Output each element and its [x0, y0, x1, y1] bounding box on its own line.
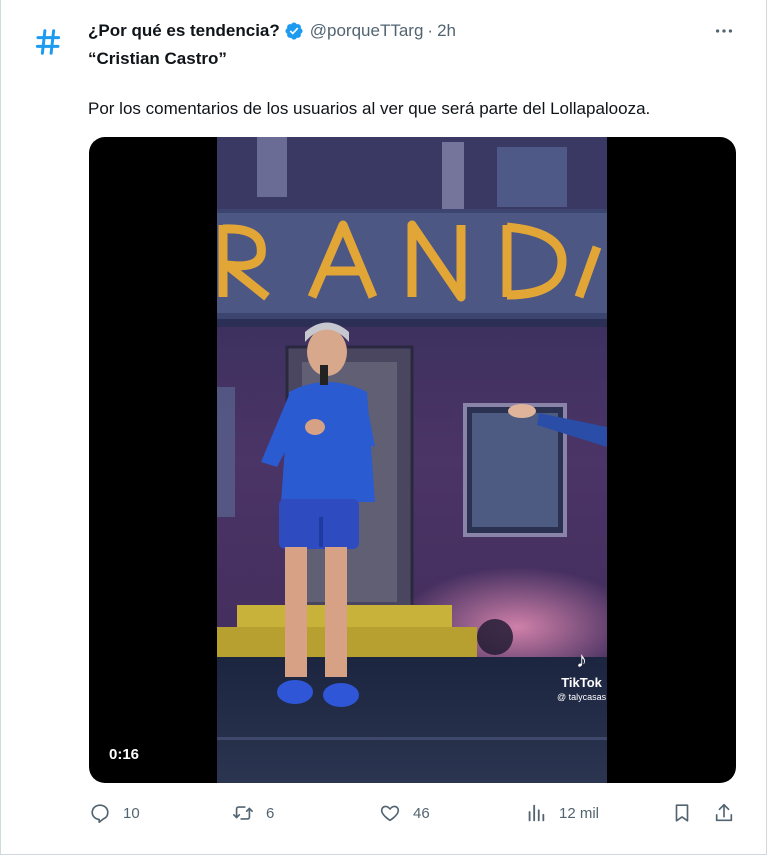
video-frame: [217, 137, 607, 783]
retweet-icon: [233, 806, 253, 820]
separator-dot: ·: [427, 21, 434, 40]
tiktok-logo-icon: ♪: [576, 647, 588, 672]
tiktok-username: @ talycasas: [557, 692, 607, 702]
action-bar: 10 6 46 12 mil: [0, 798, 767, 828]
tweet-header: ¿Por qué es tendencia? @porqueTTarg · 2h: [88, 20, 456, 42]
retweet-button[interactable]: 6: [232, 798, 274, 828]
like-count: 46: [413, 804, 430, 822]
tiktok-label: TikTok: [561, 675, 602, 690]
author-handle[interactable]: @porqueTTarg: [310, 21, 424, 41]
video-player[interactable]: 0:16 ♪ TikTok @ talycasas: [89, 137, 736, 783]
trend-title: “Cristian Castro”: [88, 49, 227, 68]
retweet-count: 6: [266, 804, 275, 822]
views-button[interactable]: 12 mil: [525, 798, 599, 828]
views-chart-icon: [528, 804, 545, 822]
more-dots-icon: [715, 29, 733, 33]
bookmark-icon: [675, 804, 689, 822]
video-duration: 0:16: [109, 746, 140, 763]
reply-count: 10: [123, 804, 140, 822]
like-button[interactable]: 46: [379, 798, 430, 828]
views-count: 12 mil: [559, 804, 600, 822]
heart-icon: [380, 805, 400, 822]
video-still: [217, 137, 607, 783]
verified-badge-icon: [285, 22, 303, 40]
tiktok-watermark: ♪ TikTok @ talycasas: [557, 647, 607, 703]
bookmark-button[interactable]: [671, 798, 693, 828]
share-icon: [715, 803, 733, 822]
timestamp[interactable]: 2h: [437, 21, 456, 41]
reply-button[interactable]: 10: [89, 798, 140, 828]
reply-icon: [91, 804, 109, 823]
author-name[interactable]: ¿Por qué es tendencia?: [88, 21, 280, 41]
more-options-button[interactable]: [711, 20, 737, 42]
avatar[interactable]: [28, 22, 68, 62]
share-button[interactable]: [713, 798, 735, 828]
tweet-text: Por los comentarios de los usuarios al v…: [88, 99, 651, 118]
hashtag-icon: [35, 29, 61, 55]
